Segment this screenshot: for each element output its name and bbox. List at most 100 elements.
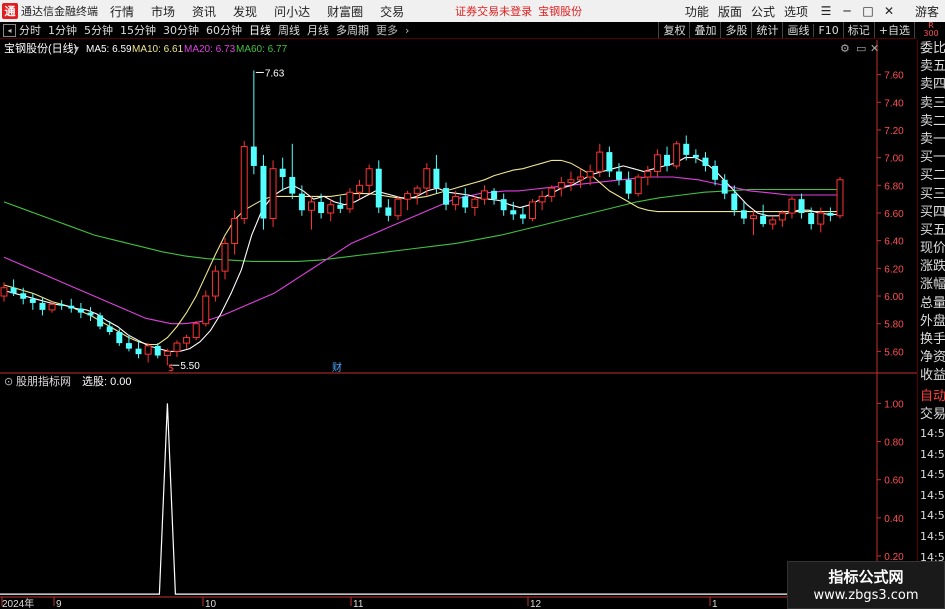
mark-button[interactable]: 标记 — [842, 22, 874, 38]
menu-market[interactable]: 市场 — [151, 3, 175, 20]
candle — [827, 207, 834, 222]
menu-ask[interactable]: 问小达 — [274, 3, 310, 20]
quote-field-14: 总量 — [920, 295, 945, 311]
tab-60min[interactable]: 60分钟 — [206, 22, 242, 38]
tab-daily[interactable]: 日线 — [249, 22, 271, 38]
candle-body-up — [644, 170, 652, 178]
price-tick-label: 7.40 — [884, 98, 904, 109]
candle — [394, 196, 402, 220]
stock-link[interactable]: 宝钢股份 — [538, 3, 582, 19]
candle — [192, 320, 200, 341]
ma10-line — [3, 159, 840, 346]
menu-quotes[interactable]: 行情 — [110, 3, 134, 20]
candle — [836, 177, 844, 219]
candle-body-up — [577, 176, 585, 181]
app-logo-icon: 通 — [2, 3, 18, 19]
tab-monthly[interactable]: 月线 — [307, 22, 329, 38]
minimize-icon[interactable]: ─ — [838, 4, 856, 18]
candle-body-down — [827, 213, 834, 216]
candle-body-down — [683, 143, 690, 155]
indicator-dropdown-icon[interactable]: ⊙ — [4, 375, 13, 388]
stats-button[interactable]: 统计 — [751, 22, 782, 38]
time-axis: 2024年 9 10 11 12 1 — [1, 597, 718, 609]
multi-stock-button[interactable]: 多股 — [720, 22, 751, 38]
quote-field-16: 换手 — [920, 332, 945, 347]
indicator-line — [0, 403, 875, 595]
ma10-label: MA10: 6.61 — [132, 44, 184, 55]
dropdown-icon[interactable]: ▾ — [74, 44, 79, 55]
f10-button[interactable]: F10 — [813, 23, 842, 37]
tab-15min[interactable]: 15分钟 — [120, 22, 156, 38]
guest-label[interactable]: 游客 — [915, 3, 939, 20]
event-marker-dividend[interactable]: $ — [168, 363, 174, 374]
side-mini-label: R 300 — [917, 22, 945, 39]
candle — [462, 188, 469, 213]
candle — [750, 210, 757, 236]
candle-body-down — [289, 177, 296, 194]
auto-label[interactable]: 自动 — [918, 388, 945, 406]
tab-weekly[interactable]: 周线 — [278, 22, 300, 38]
time-tick-label: 12 — [530, 599, 542, 609]
tab-timeshare[interactable]: 分时 — [19, 22, 41, 38]
candle-body-up — [480, 190, 488, 200]
candle — [202, 290, 210, 327]
tab-more[interactable]: 更多 — [376, 22, 398, 38]
ma60-label: MA60: 6.77 — [236, 44, 288, 55]
candle — [260, 154, 267, 230]
candle — [58, 300, 65, 310]
price-tick-label: 6.40 — [884, 237, 904, 248]
ma20-label: MA20: 6.73 — [184, 44, 236, 55]
time-tick-label: 9 — [56, 599, 62, 609]
menu-discover[interactable]: 发现 — [233, 3, 257, 20]
adjust-button[interactable]: 复权 — [658, 22, 689, 38]
menu-layout[interactable]: 版面 — [718, 3, 742, 20]
candle — [683, 135, 690, 161]
event-marker-finance[interactable]: 财 — [332, 361, 342, 374]
candle-body-up — [673, 143, 681, 167]
watermark-url: www.zbgs3.com — [813, 588, 919, 603]
close-panel-icon[interactable]: ✕ — [870, 42, 879, 55]
tab-1min[interactable]: 1分钟 — [48, 22, 77, 38]
candle — [154, 343, 161, 359]
tab-multi-period[interactable]: 多周期 — [336, 22, 369, 38]
menu-wealth[interactable]: 财富圈 — [327, 3, 363, 20]
menu-formula[interactable]: 公式 — [751, 3, 775, 20]
tab-30min[interactable]: 30分钟 — [163, 22, 199, 38]
collapse-icon[interactable]: ◂ — [3, 23, 16, 37]
candle-body-up — [308, 201, 315, 211]
menu-trade[interactable]: 交易 — [380, 3, 404, 20]
candle — [692, 149, 699, 164]
settings-icon[interactable]: ⚙ — [840, 42, 850, 55]
draw-line-button[interactable]: 画线 — [782, 22, 813, 38]
close-icon[interactable]: ✕ — [880, 4, 898, 18]
menu-icon[interactable]: ☰ — [817, 4, 835, 18]
overlay-button[interactable]: 叠加 — [689, 22, 720, 38]
candle-body-up — [192, 323, 200, 339]
tab-5min[interactable]: 5分钟 — [84, 22, 113, 38]
menu-function[interactable]: 功能 — [685, 3, 709, 20]
candle-body-down — [510, 210, 517, 215]
chevron-right-icon[interactable]: › — [405, 24, 409, 37]
quote-field-11: 现价 — [920, 241, 945, 257]
candle — [529, 199, 536, 222]
quote-field-18: 收益 — [920, 368, 945, 384]
candle — [135, 340, 142, 359]
menu-news[interactable]: 资讯 — [192, 3, 216, 20]
low-price-label: 5.50 — [180, 361, 200, 372]
add-watchlist-button[interactable]: +自选 — [873, 22, 914, 38]
maximize-icon[interactable]: □ — [859, 4, 877, 18]
quote-field-15: 外盘 — [920, 313, 945, 329]
kline-chart[interactable]: 7.60 7.40 7.20 7.00 6.80 6.60 6.40 6.20 6.00 5.80… — [0, 40, 917, 609]
candle-body-up — [567, 179, 575, 184]
candle — [337, 196, 344, 213]
trade-label[interactable]: 交易 — [918, 406, 945, 424]
candle-body-down — [500, 199, 507, 211]
login-status[interactable]: 证券交易未登录 — [455, 3, 532, 19]
candle-body-up — [0, 287, 8, 297]
menu-options[interactable]: 选项 — [784, 3, 808, 20]
period-toolbar: ◂ 分时 1分钟 5分钟 15分钟 30分钟 60分钟 日线 周线 月线 多周期… — [0, 22, 945, 39]
candle — [308, 196, 315, 230]
expand-icon[interactable]: ▭ — [856, 42, 866, 55]
price-tick-label: 6.20 — [884, 264, 904, 275]
candle-body-down — [491, 190, 498, 200]
